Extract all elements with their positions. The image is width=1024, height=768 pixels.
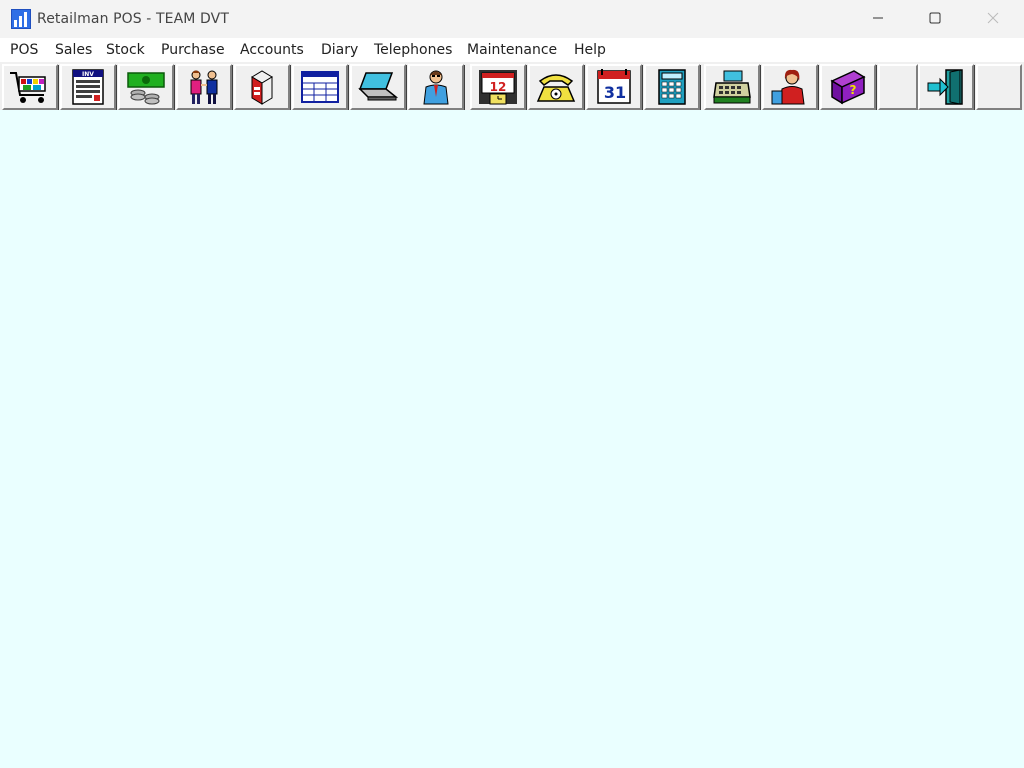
invoice-icon: INV — [72, 69, 104, 105]
diary-button[interactable]: 12 — [470, 64, 526, 110]
customers-button[interactable] — [176, 64, 232, 110]
help-button[interactable]: ? — [820, 64, 876, 110]
close-icon — [987, 12, 999, 24]
close-button[interactable] — [964, 0, 1022, 36]
customers-icon — [190, 70, 218, 104]
menu-maintenance[interactable]: Maintenance — [467, 38, 557, 62]
exit-button[interactable] — [918, 64, 974, 110]
shopping-cart-icon — [10, 72, 46, 103]
app-window: Retailman POS - TEAM DVT POS Sales Stock… — [0, 0, 1024, 768]
menu-accounts[interactable]: Accounts — [240, 38, 304, 62]
menu-pos[interactable]: POS — [10, 38, 38, 62]
menu-telephones[interactable]: Telephones — [374, 38, 452, 62]
money-button[interactable] — [118, 64, 174, 110]
stock-button[interactable] — [234, 64, 290, 110]
laptop-button[interactable] — [350, 64, 406, 110]
menu-diary[interactable]: Diary — [321, 38, 358, 62]
toolbar: INV 12 31 ? — [0, 62, 1024, 110]
menu-help[interactable]: Help — [574, 38, 606, 62]
minimize-icon — [873, 17, 883, 19]
maximize-button[interactable] — [906, 0, 964, 36]
window-title: Retailman POS - TEAM DVT — [37, 11, 229, 27]
pos-button[interactable] — [2, 64, 58, 110]
staff-icon — [423, 70, 449, 105]
maximize-icon — [929, 12, 941, 24]
menu-sales[interactable]: Sales — [55, 38, 92, 62]
minimize-button[interactable] — [849, 0, 907, 36]
exit-door-icon — [927, 69, 963, 105]
cash-register-icon — [713, 70, 751, 104]
help-book-icon: ? — [830, 70, 866, 105]
invoice-icon-label: INV — [82, 71, 94, 78]
form-button[interactable] — [292, 64, 348, 110]
user-support-icon — [771, 69, 805, 105]
calculator-icon — [658, 69, 686, 105]
cash-register-button[interactable] — [704, 64, 760, 110]
laptop-icon — [358, 72, 399, 101]
menu-stock[interactable]: Stock — [106, 38, 145, 62]
blank-toolbar-slot — [878, 64, 918, 110]
clock-calendar-number: 12 — [490, 80, 507, 94]
stock-carton-icon — [251, 70, 273, 105]
telephone-icon — [536, 74, 576, 102]
staff-button[interactable] — [408, 64, 464, 110]
help-question-mark: ? — [850, 83, 857, 97]
calculator-button[interactable] — [644, 64, 700, 110]
app-logo-icon — [11, 9, 31, 29]
menu-purchase[interactable]: Purchase — [161, 38, 225, 62]
telephones-button[interactable] — [528, 64, 584, 110]
menu-bar: POS Sales Stock Purchase Accounts Diary … — [0, 38, 1024, 62]
support-button[interactable] — [762, 64, 818, 110]
calendar-day: 31 — [604, 83, 626, 102]
clock-calendar-icon: 12 — [479, 70, 517, 105]
money-icon — [127, 72, 165, 105]
blank-toolbar-slot — [976, 64, 1022, 110]
calendar-button[interactable]: 31 — [586, 64, 642, 110]
invoice-button[interactable]: INV — [60, 64, 116, 110]
form-grid-icon — [301, 71, 339, 103]
calendar-icon: 31 — [597, 69, 631, 104]
main-workspace — [0, 110, 1024, 768]
title-bar[interactable]: Retailman POS - TEAM DVT — [0, 0, 1024, 38]
